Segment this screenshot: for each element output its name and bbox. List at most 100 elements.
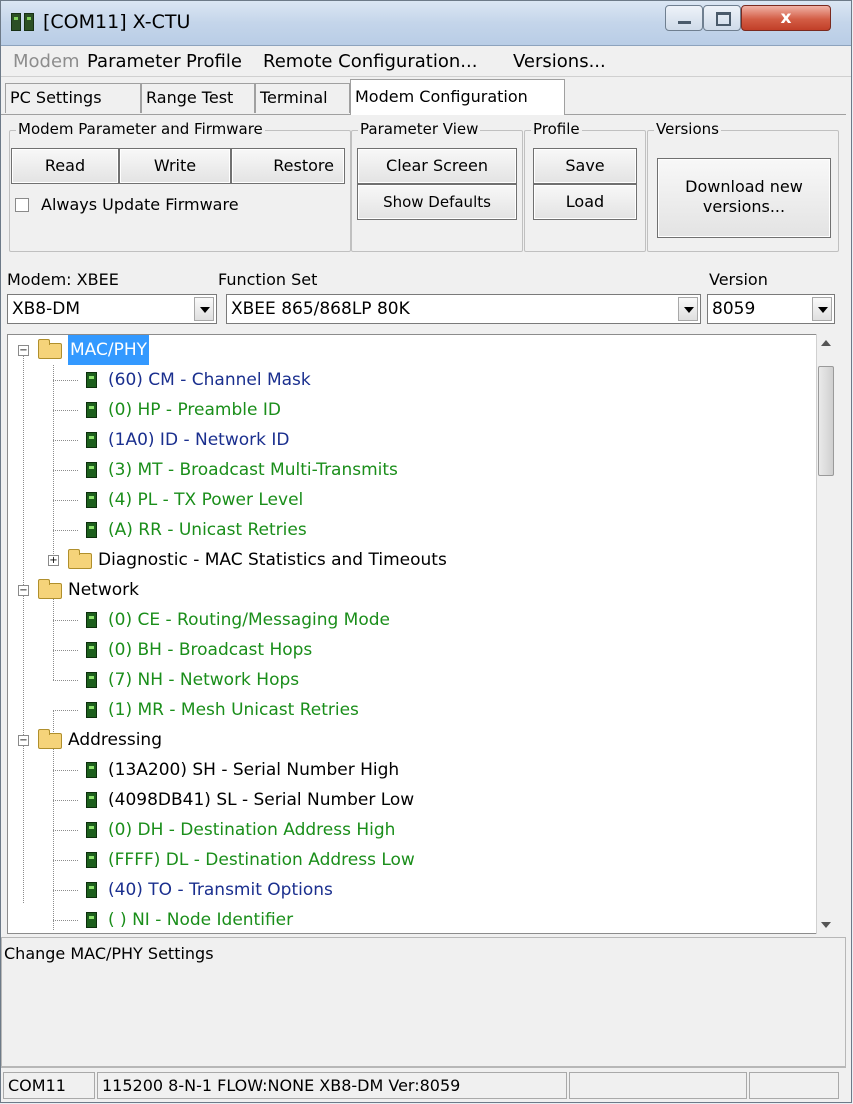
scroll-down-icon[interactable] bbox=[821, 922, 831, 928]
minimize-button[interactable] bbox=[665, 5, 703, 31]
tree-item-label: (3) MT - Broadcast Multi-Transmits bbox=[108, 460, 398, 480]
version-select[interactable]: 8059 bbox=[707, 294, 835, 324]
parameter-icon bbox=[86, 432, 97, 448]
menu-parameter[interactable]: Parameter bbox=[87, 51, 181, 72]
tree-line bbox=[23, 353, 24, 903]
close-button[interactable]: x bbox=[741, 5, 831, 31]
tree-scrollbar[interactable] bbox=[816, 334, 835, 934]
parameter-tree[interactable]: − MAC/PHY (60) CM - Channel Mask (0) HP … bbox=[7, 334, 835, 934]
close-icon: x bbox=[780, 8, 792, 28]
tab-bar: PC Settings Range Test Terminal Modem Co… bbox=[1, 79, 851, 115]
collapse-icon[interactable]: − bbox=[18, 345, 29, 356]
tree-item-label: (7) NH - Network Hops bbox=[108, 670, 300, 690]
scroll-thumb[interactable] bbox=[818, 366, 834, 476]
scroll-up-icon[interactable] bbox=[821, 340, 831, 346]
menu-modem[interactable]: Modem bbox=[13, 51, 80, 72]
chevron-down-icon[interactable] bbox=[812, 297, 832, 321]
group-label: Versions bbox=[654, 120, 721, 138]
status-bar: COM11 115200 8-N-1 FLOW:NONE XB8-DM Ver:… bbox=[1, 1067, 846, 1104]
xctu-app-icon bbox=[11, 13, 35, 31]
modem-select-value: XB8-DM bbox=[12, 299, 81, 319]
download-new-versions-button[interactable]: Download new versions... bbox=[657, 158, 831, 238]
parameter-icon bbox=[86, 852, 97, 868]
tree-node-label: Diagnostic - MAC Statistics and Timeouts bbox=[98, 550, 447, 570]
tree-item-label: (13A200) SH - Serial Number High bbox=[108, 760, 400, 780]
collapse-icon[interactable]: − bbox=[18, 585, 29, 596]
show-defaults-button[interactable]: Show Defaults bbox=[357, 184, 517, 220]
tree-item-label: (4) PL - TX Power Level bbox=[108, 490, 304, 510]
function-set-select[interactable]: XBEE 865/868LP 80K bbox=[226, 294, 701, 324]
chevron-down-icon[interactable] bbox=[194, 297, 214, 321]
profile-load-button[interactable]: Load bbox=[533, 184, 637, 220]
group-label: Profile bbox=[531, 120, 582, 138]
menu-bar: Modem Parameter Profile Remote Configura… bbox=[1, 46, 851, 77]
tree-item-label: (0) DH - Destination Address High bbox=[108, 820, 396, 840]
tree-item-label: (A) RR - Unicast Retries bbox=[108, 520, 307, 540]
open-folder-icon bbox=[38, 729, 62, 749]
tree-item-label: (0) CE - Routing/Messaging Mode bbox=[108, 610, 391, 630]
profile-save-button[interactable]: Save bbox=[533, 148, 637, 184]
parameter-icon bbox=[86, 492, 97, 508]
tree-item-label: (1A0) ID - Network ID bbox=[108, 430, 290, 450]
tab-range-test[interactable]: Range Test bbox=[141, 83, 255, 113]
always-update-checkbox[interactable] bbox=[15, 198, 29, 212]
parameter-icon bbox=[86, 792, 97, 808]
tab-modem-configuration[interactable]: Modem Configuration bbox=[350, 79, 565, 115]
status-settings: 115200 8-N-1 FLOW:NONE XB8-DM Ver:8059 bbox=[97, 1072, 567, 1099]
parameter-icon bbox=[86, 642, 97, 658]
modem-label: Modem: XBEE bbox=[7, 270, 119, 289]
restore-button[interactable]: Restore bbox=[231, 148, 345, 184]
status-empty-2 bbox=[749, 1072, 839, 1099]
parameter-icon bbox=[86, 882, 97, 898]
menu-remote-configuration[interactable]: Remote Configuration... bbox=[263, 51, 477, 72]
function-set-label: Function Set bbox=[218, 270, 318, 289]
parameter-icon bbox=[86, 372, 97, 388]
collapse-icon[interactable]: − bbox=[18, 735, 29, 746]
maximize-button[interactable] bbox=[703, 5, 741, 31]
parameter-icon bbox=[86, 522, 97, 538]
group-label: Modem Parameter and Firmware bbox=[16, 120, 265, 138]
window-title: [COM11] X-CTU bbox=[43, 11, 191, 33]
description-panel: Change MAC/PHY Settings bbox=[1, 937, 846, 1067]
modem-select[interactable]: XB8-DM bbox=[7, 294, 217, 324]
parameter-icon bbox=[86, 402, 97, 418]
tree-item-label: (60) CM - Channel Mask bbox=[108, 370, 311, 390]
read-button[interactable]: Read bbox=[11, 148, 119, 184]
tree-item-label: (4098DB41) SL - Serial Number Low bbox=[108, 790, 415, 810]
description-text: Change MAC/PHY Settings bbox=[4, 944, 214, 963]
tab-terminal[interactable]: Terminal bbox=[255, 83, 350, 113]
function-set-value: XBEE 865/868LP 80K bbox=[231, 299, 410, 319]
open-folder-icon bbox=[38, 579, 62, 599]
tree-item-label: ( ) NI - Node Identifier bbox=[108, 910, 294, 930]
parameter-icon bbox=[86, 702, 97, 718]
version-label: Version bbox=[709, 270, 768, 289]
parameter-icon bbox=[86, 612, 97, 628]
chevron-down-icon[interactable] bbox=[678, 297, 698, 321]
tree-item-label: (0) BH - Broadcast Hops bbox=[108, 640, 313, 660]
menu-versions[interactable]: Versions... bbox=[513, 51, 606, 72]
tree-item-label: (FFFF) DL - Destination Address Low bbox=[108, 850, 415, 870]
tree-line bbox=[53, 590, 54, 680]
menu-profile[interactable]: Profile bbox=[186, 51, 242, 72]
clear-screen-button[interactable]: Clear Screen bbox=[357, 148, 517, 184]
tree-node-label: Addressing bbox=[68, 730, 162, 750]
tab-pc-settings[interactable]: PC Settings bbox=[5, 83, 141, 113]
expand-icon[interactable]: + bbox=[48, 555, 59, 566]
xctu-window: [COM11] X-CTU x Modem Parameter Profile … bbox=[0, 0, 852, 1103]
status-empty-1 bbox=[569, 1072, 747, 1099]
parameter-icon bbox=[86, 462, 97, 478]
folder-icon bbox=[68, 549, 92, 569]
write-button[interactable]: Write bbox=[119, 148, 231, 184]
tree-node-label: MAC/PHY bbox=[68, 335, 150, 365]
parameter-icon bbox=[86, 672, 97, 688]
parameter-icon bbox=[86, 762, 97, 778]
open-folder-icon bbox=[38, 339, 62, 359]
status-port: COM11 bbox=[3, 1072, 95, 1099]
tree-node-label: Network bbox=[68, 580, 139, 600]
tree-item-label: (0) HP - Preamble ID bbox=[108, 400, 281, 420]
tree-item-label: (1) MR - Mesh Unicast Retries bbox=[108, 700, 359, 720]
title-bar[interactable]: [COM11] X-CTU x bbox=[1, 1, 851, 46]
version-select-value: 8059 bbox=[712, 299, 756, 319]
parameter-icon bbox=[86, 912, 97, 928]
group-label: Parameter View bbox=[358, 120, 481, 138]
